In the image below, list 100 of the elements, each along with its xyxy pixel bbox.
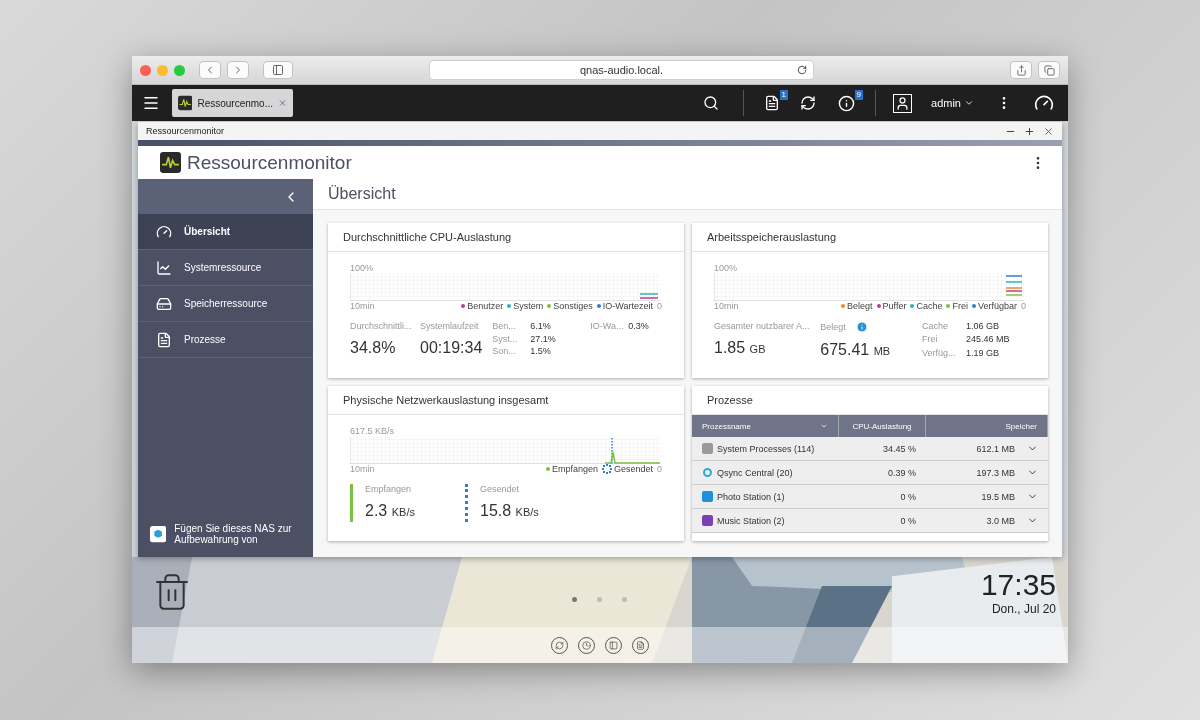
stat-label: Syst... (492, 333, 519, 345)
user-button[interactable] (893, 93, 913, 113)
table-cell-text: 0 % (899, 514, 917, 528)
stat-value: 34.8% (350, 339, 397, 357)
tabs-icon (1043, 64, 1055, 76)
stat-value: 27.1% (530, 333, 557, 345)
legend-item: Gesendet (601, 464, 653, 474)
document-icon (636, 640, 645, 650)
card-title: Durchschnittliche CPU-Auslastung (328, 223, 684, 252)
page-dot[interactable] (572, 597, 577, 602)
legend-item: System (507, 301, 544, 311)
system-app-icon (702, 443, 713, 454)
maximize-button[interactable] (1024, 125, 1035, 137)
stat-value: 15.8 KB/s (480, 502, 540, 520)
table-cell: 3.0 MB (926, 509, 1048, 532)
stat-value: 1.06 GB (966, 321, 1001, 333)
stat-value: 1.5% (530, 346, 552, 357)
menu-button[interactable] (142, 94, 160, 112)
legend-item: Puffer (876, 301, 907, 311)
count-badge: 9 (854, 89, 864, 100)
info-button[interactable]: 9 (838, 89, 864, 112)
promo-text[interactable]: Fügen Sie dieses NAS zur Aufbewahrung von (174, 523, 301, 545)
stat-value: 6.1% (530, 321, 552, 332)
table-cell: Qsync Central (20) (692, 461, 839, 484)
music-app-icon (702, 515, 713, 526)
table-cell: 19.5 MB (926, 485, 1048, 508)
count-badge: 1 (779, 90, 789, 100)
document-icon (156, 331, 172, 348)
sidebar-button[interactable] (263, 61, 293, 79)
stat-value: 00:19:34 (420, 339, 483, 357)
photo-app-icon (702, 491, 713, 502)
share-icon (1015, 64, 1027, 76)
table-cell: System Processes (114) (692, 437, 839, 460)
search-button[interactable] (703, 95, 720, 111)
stat-value: 1.19 GB (966, 347, 1001, 359)
stat-label: Ben... (492, 321, 517, 332)
window-title: Ressourcenmonitor (146, 126, 225, 136)
table-cell: 197.3 MB (926, 461, 1048, 484)
clock-icon (582, 640, 591, 650)
stat-label: Empfangen (365, 484, 413, 494)
document-icon (764, 95, 781, 111)
close-button[interactable] (1043, 125, 1054, 137)
clock-date: Don., Jul 20 (991, 602, 1056, 616)
axis-label: 10min (350, 464, 375, 474)
legend-item: IO-Wartezeit (596, 301, 653, 311)
clock-time: 17:35 (980, 568, 1056, 602)
dashboard-button[interactable] (1034, 93, 1054, 113)
axis-label: 10min (714, 301, 739, 311)
sync-icon (702, 467, 713, 478)
gauge-icon (1034, 93, 1054, 113)
stat-label: Son... (492, 346, 517, 357)
stat-label: Durchschnittli... (350, 321, 410, 331)
legend-item: Frei (946, 301, 968, 311)
table-cell-text: 0.39 % (886, 466, 917, 480)
legend-item: Cache (910, 301, 943, 311)
stat-label: Belegt (820, 322, 846, 332)
page-title: Übersicht (313, 179, 1062, 210)
caret-icon (964, 98, 974, 108)
stat-value: 245.46 MB (966, 334, 1011, 346)
info-icon[interactable] (855, 321, 868, 333)
stat-label: Cache (922, 321, 949, 333)
legend-item: Sonstiges (547, 301, 593, 311)
app-tab[interactable]: Ressourcenmo... (172, 89, 293, 117)
stat-label: Systemlaufzeit (420, 321, 480, 331)
axis-label: 0 (1021, 301, 1026, 311)
table-cell: Photo Station (1) (692, 485, 839, 508)
axis-label: 10min (350, 301, 375, 311)
refresh-icon (555, 640, 564, 650)
stat-value: 0.3% (628, 321, 650, 331)
stat-label: Gesendet (480, 484, 521, 494)
table-cell-text: 0 % (899, 490, 917, 504)
card-title: Arbeitsspeicherauslastung (692, 223, 1048, 252)
table-cell: Music Station (2) (692, 509, 839, 532)
tabs-button[interactable] (1038, 61, 1060, 79)
reload-icon[interactable] (797, 65, 807, 75)
axis-label: 100% (350, 263, 375, 273)
user-menu[interactable]: admin (931, 97, 974, 109)
stat-label: Frei (922, 334, 939, 346)
stat-value: 675.41 MB (820, 341, 892, 359)
tasks-button[interactable]: 1 (764, 90, 789, 111)
stat-label: IO-Wa... (590, 321, 625, 331)
page-dot[interactable] (597, 597, 602, 602)
legend-item: Belegt (841, 301, 873, 311)
stat-label: Verfüg... (922, 347, 957, 359)
sidebar-item[interactable]: Übersicht (138, 214, 313, 250)
info-icon (838, 94, 856, 112)
gauge-icon (156, 223, 172, 240)
axis-label: 0 (657, 464, 662, 474)
table-cell-text: 34.45 % (881, 442, 917, 456)
card-title: Physische Netzwerkauslastung insgesamt (328, 386, 684, 415)
sidebar-icon (272, 64, 284, 76)
stat-value: 2.3 KB/s (365, 502, 416, 520)
sync-button[interactable] (800, 95, 817, 111)
page-dot[interactable] (622, 597, 627, 602)
stat-value: 1.85 GB (714, 339, 767, 357)
panel-icon (609, 640, 618, 650)
legend-item: Benutzer (461, 301, 504, 311)
axis-label: 617.5 KB/s (350, 426, 396, 436)
address-bar[interactable]: qnas-audio.local. (429, 60, 814, 80)
stat-label: Gesamter nutzbarer A... (714, 321, 810, 331)
